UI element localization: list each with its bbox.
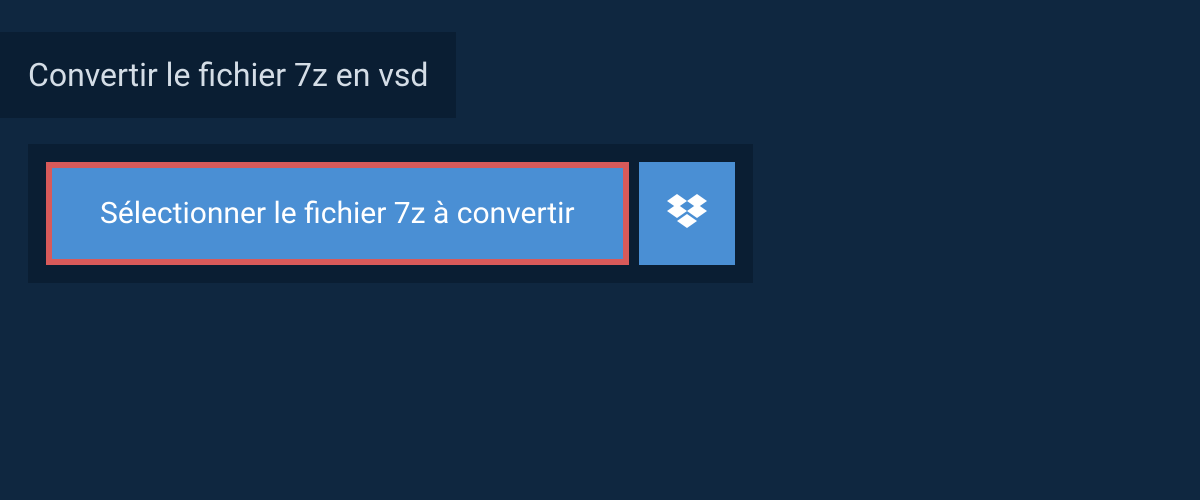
dropbox-button[interactable] [639,162,735,265]
upload-panel: Sélectionner le fichier 7z à convertir [28,144,753,283]
select-file-button[interactable]: Sélectionner le fichier 7z à convertir [46,162,629,265]
select-file-label: Sélectionner le fichier 7z à convertir [100,196,575,231]
page-title-text: Convertir le fichier 7z en vsd [28,56,428,94]
dropbox-icon [667,194,707,234]
page-title: Convertir le fichier 7z en vsd [0,32,456,118]
